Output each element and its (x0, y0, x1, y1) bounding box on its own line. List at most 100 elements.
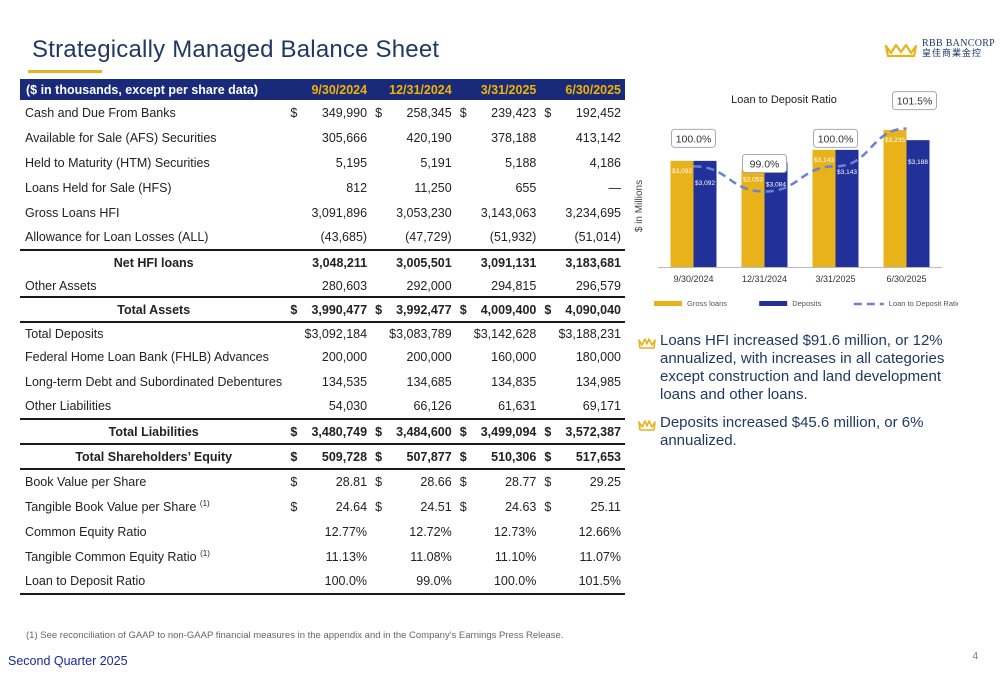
currency-symbol: $ (455, 418, 470, 445)
row-label-text: Other Assets (25, 278, 97, 293)
cell-value: 200,000 (406, 349, 452, 364)
crown-bullet-icon (638, 336, 660, 354)
row-label-text: Federal Home Loan Bank (FHLB) Advances (25, 349, 269, 364)
header-date: 12/31/2024 (371, 79, 456, 100)
crown-logo-icon (884, 43, 918, 58)
cell-value: 3,484,600 (385, 418, 456, 445)
currency-symbol (286, 322, 300, 344)
legend-swatch (759, 301, 788, 306)
cell-value: 4,090,040 (554, 296, 625, 323)
row-label-text: Long-term Debt and Subordinated Debentur… (25, 374, 283, 389)
currency-symbol: $ (371, 444, 386, 470)
currency-symbol (371, 275, 385, 297)
cell-value: 24.64 (335, 499, 368, 514)
currency-symbol (540, 369, 554, 394)
table-row: Allowance for Loan Losses (ALL) (43,685) (… (20, 225, 625, 250)
bullet-item: Loans HFI increased $91.6 million, or 12… (638, 332, 968, 404)
row-label-text: Total Assets (117, 302, 191, 317)
currency-symbol (456, 175, 470, 200)
cell-value: (43,685) (320, 230, 368, 244)
cell-value: 29.25 (589, 475, 621, 489)
currency-symbol (371, 519, 385, 544)
currency-symbol: $ (286, 418, 301, 445)
currency-symbol: $ (540, 444, 555, 470)
currency-symbol (286, 569, 301, 595)
currency-symbol (540, 544, 554, 569)
currency-symbol: $ (371, 418, 386, 445)
cell-value: 3,005,501 (385, 249, 456, 275)
cell-value: 99.0% (385, 569, 456, 595)
cell-value: 3,091,131 (469, 249, 541, 275)
row-label-text: Total Deposits (25, 326, 104, 341)
cell-value: 54,030 (328, 399, 368, 413)
cell-value: 239,423 (491, 105, 537, 120)
cell-value: 200,000 (321, 349, 368, 364)
ratio-data-label: 100.0% (818, 133, 854, 145)
cell-value: 420,190 (406, 130, 452, 145)
legend-label: Loan to Deposit Ratio (889, 299, 958, 308)
row-label: Tangible Common Equity Ratio (1) (20, 544, 286, 569)
cell-value: 296,579 (575, 278, 621, 293)
page-number: 4 (972, 651, 978, 662)
cell-value: 3,183,681 (554, 249, 625, 275)
row-label-text: Tangible Common Equity Ratio (25, 550, 197, 565)
row-label-text: Available for Sale (AFS) Securities (25, 130, 217, 145)
cell-value: 258,345 (406, 105, 452, 120)
cell-value: 3,143,063 (480, 205, 537, 220)
header-date: 3/31/2025 (455, 79, 541, 100)
currency-symbol: $ (290, 499, 298, 514)
row-label: Total Liabilities (20, 418, 287, 445)
bullet-list: Loans HFI increased $91.6 million, or 12… (638, 332, 968, 460)
row-label-text: Net HFI loans (113, 256, 194, 270)
cell-value: 11.10% (494, 549, 537, 564)
cell-value: 349,990 (321, 105, 368, 120)
currency-symbol: $ (459, 475, 467, 489)
ratio-data-label: 100.0% (676, 133, 712, 145)
currency-symbol: $ (459, 105, 467, 120)
row-label: Total Deposits (20, 322, 286, 344)
cell-value: 12.72% (409, 524, 452, 539)
currency-symbol: $ (286, 296, 301, 323)
legend-label: Gross loans (687, 299, 727, 308)
currency-symbol (371, 249, 386, 275)
currency-symbol (286, 225, 300, 250)
footnote-marker: (1) (200, 548, 210, 558)
row-label-text: Other Liabilities (25, 399, 112, 413)
bar-data-label: $3,188 (908, 159, 928, 166)
currency-symbol (456, 275, 470, 297)
row-label: Loan to Deposit Ratio (20, 569, 287, 595)
cell-value: 28.66 (420, 475, 452, 489)
title-underline (28, 70, 102, 73)
currency-symbol (456, 519, 470, 544)
table-row: Total Deposits $3,092,184 $3,083,789 $3,142… (20, 322, 625, 344)
currency-symbol: $ (455, 296, 470, 323)
row-label-text: Held to Maturity (HTM) Securities (25, 155, 210, 170)
row-label: Tangible Book Value per Share (1) (20, 494, 286, 519)
table-row: Gross Loans HFI 3,091,896 3,053,230 3,143,0… (20, 200, 625, 225)
row-label: Available for Sale (AFS) Securities (20, 125, 286, 150)
cell-value: 294,815 (491, 278, 537, 293)
currency-symbol (456, 150, 470, 175)
currency-symbol: $ (455, 444, 470, 470)
footnote-marker: (1) (199, 498, 210, 508)
bar-gross-loans (670, 160, 694, 267)
cell-value: 11,250 (414, 180, 452, 195)
cell-value: 11.13% (325, 549, 368, 564)
table-row: Other Liabilities 54,030 66,126 61,631 69,17… (20, 394, 625, 419)
cell-value: 192,452 (575, 105, 621, 120)
currency-symbol (371, 150, 385, 175)
currency-symbol (371, 544, 385, 569)
currency-symbol (540, 249, 555, 275)
bar-data-label: $3,143 (814, 157, 834, 164)
cell-value: 69,171 (582, 399, 621, 413)
bar-data-label: $3,092 (695, 180, 715, 187)
currency-symbol (286, 150, 300, 175)
table-row: Long-term Debt and Subordinated Debentur… (20, 369, 625, 394)
currency-symbol: $ (371, 296, 386, 323)
bar-deposits (693, 160, 717, 267)
x-tick-label: 9/30/2024 (673, 274, 713, 284)
table-row: Book Value per Share $28.81 $28.66 $28.77 $2… (20, 469, 625, 494)
x-tick-label: 3/31/2025 (815, 274, 855, 284)
cell-value: 61,631 (498, 399, 537, 413)
table-row: Loans Held for Sale (HFS) 812 11,250 655 — (20, 175, 625, 200)
